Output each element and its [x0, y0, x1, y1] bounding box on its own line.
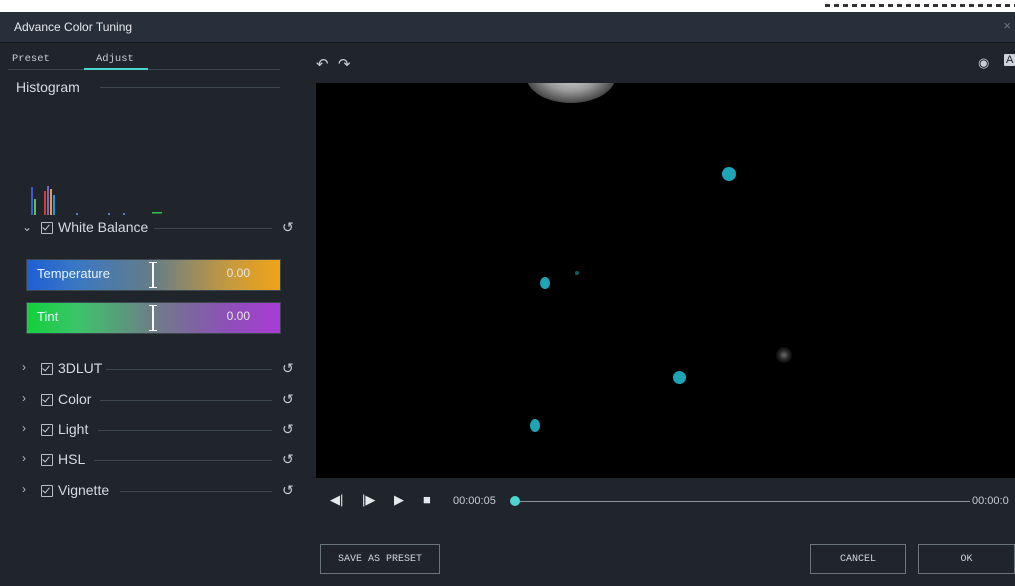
- preview-bokeh-dot: [575, 271, 579, 275]
- section-color[interactable]: › Color ↺: [20, 390, 300, 410]
- top-strip: [0, 0, 1015, 12]
- temperature-label: Temperature: [37, 266, 110, 281]
- chevron-right-icon[interactable]: ›: [22, 482, 26, 496]
- section-3dlut[interactable]: › 3DLUT ↺: [20, 359, 300, 379]
- top-strip-dots: [825, 4, 1015, 7]
- section-divider: [98, 430, 272, 431]
- section-divider: [120, 491, 272, 492]
- chevron-right-icon[interactable]: ›: [22, 451, 26, 465]
- tint-value: 0.00: [226, 309, 250, 323]
- chevron-down-icon[interactable]: ⌄: [22, 220, 32, 234]
- 3dlut-checkbox[interactable]: [41, 363, 53, 375]
- reset-icon[interactable]: ↺: [282, 482, 294, 499]
- adjust-panel: Preset Adjust Histogram ⌄ White Balance …: [0, 43, 316, 523]
- timeline-track[interactable]: [515, 501, 970, 502]
- histogram-bar-orange: [50, 189, 52, 215]
- title-bar: Advance Color Tuning ×: [0, 12, 1015, 43]
- ok-button[interactable]: OK: [918, 544, 1015, 574]
- playback-controls: ◀| |▶ ▶ ■ 00:00:05 00:00:0: [316, 478, 1015, 523]
- viewer-toolbar: ↶ ↷ ◉ A: [316, 43, 1015, 83]
- tint-label: Tint: [37, 309, 59, 324]
- play-icon[interactable]: ▶: [394, 492, 404, 508]
- next-frame-icon[interactable]: |▶: [362, 492, 375, 508]
- cancel-button[interactable]: CANCEL: [810, 544, 906, 574]
- tab-bar: Preset Adjust: [8, 53, 280, 70]
- redo-icon[interactable]: ↷: [338, 55, 351, 73]
- histogram-chart: [31, 186, 162, 215]
- white-balance-checkbox[interactable]: [41, 222, 53, 234]
- vignette-checkbox[interactable]: [41, 485, 53, 497]
- preview-bokeh-dot: [722, 167, 736, 181]
- histogram-title: Histogram: [16, 79, 80, 95]
- tint-handle[interactable]: [149, 305, 157, 331]
- section-label-light: Light: [58, 421, 89, 437]
- color-checkbox[interactable]: [41, 394, 53, 406]
- histogram-green-line: [152, 212, 162, 214]
- histogram-bar-purple: [47, 186, 49, 215]
- light-checkbox[interactable]: [41, 424, 53, 436]
- chevron-right-icon[interactable]: ›: [22, 360, 26, 374]
- preview-bokeh-dot: [673, 371, 686, 384]
- undo-icon[interactable]: ↶: [316, 55, 329, 73]
- eye-icon[interactable]: ◉: [978, 55, 989, 71]
- histogram-dot: [76, 213, 78, 215]
- preview-glow: [776, 347, 792, 363]
- current-time: 00:00:05: [453, 495, 496, 507]
- window-title: Advance Color Tuning: [14, 20, 133, 34]
- preview-light-blob: [526, 83, 616, 103]
- white-balance-divider: [154, 228, 272, 229]
- temperature-handle[interactable]: [149, 262, 157, 288]
- section-label-color: Color: [58, 391, 92, 407]
- compare-icon[interactable]: A: [1004, 54, 1015, 66]
- histogram-bar-green: [34, 199, 36, 215]
- tint-slider[interactable]: Tint 0.00: [26, 302, 281, 334]
- histogram-bar-red: [44, 191, 46, 215]
- section-divider: [100, 400, 272, 401]
- section-label-3dlut: 3DLUT: [58, 360, 103, 376]
- timeline-knob[interactable]: [510, 496, 520, 506]
- section-label-hsl: HSL: [58, 451, 86, 467]
- section-light[interactable]: › Light ↺: [20, 420, 300, 440]
- section-divider: [106, 369, 272, 370]
- histogram-bar-lightblue: [53, 195, 55, 215]
- reset-icon[interactable]: ↺: [282, 391, 294, 408]
- reset-icon[interactable]: ↺: [282, 219, 294, 236]
- end-time: 00:00:0: [972, 495, 1009, 507]
- reset-icon[interactable]: ↺: [282, 421, 294, 438]
- histogram-dot: [108, 213, 110, 215]
- white-balance-row: ⌄ White Balance ↺: [20, 218, 300, 238]
- section-divider: [94, 460, 272, 461]
- previous-frame-icon[interactable]: ◀|: [330, 492, 343, 508]
- histogram-bar-blue: [31, 187, 33, 215]
- section-hsl[interactable]: › HSL ↺: [20, 450, 300, 470]
- footer-bar: SAVE AS PRESET CANCEL OK: [0, 523, 1015, 586]
- video-preview: [316, 83, 1015, 478]
- hsl-checkbox[interactable]: [41, 454, 53, 466]
- tab-preset[interactable]: Preset: [12, 53, 50, 65]
- section-vignette[interactable]: › Vignette ↺: [20, 481, 300, 501]
- tab-adjust[interactable]: Adjust: [96, 53, 134, 65]
- white-balance-label: White Balance: [58, 219, 149, 235]
- close-icon[interactable]: ×: [1003, 18, 1011, 33]
- save-as-preset-button[interactable]: SAVE AS PRESET: [320, 544, 440, 574]
- active-tab-indicator: [84, 68, 148, 70]
- preview-bokeh-dot: [540, 277, 550, 289]
- temperature-value: 0.00: [226, 266, 250, 280]
- stop-icon[interactable]: ■: [423, 492, 431, 507]
- histogram-dot: [123, 213, 125, 215]
- chevron-right-icon[interactable]: ›: [22, 421, 26, 435]
- reset-icon[interactable]: ↺: [282, 451, 294, 468]
- preview-bokeh-dot: [530, 419, 540, 432]
- temperature-slider[interactable]: Temperature 0.00: [26, 259, 281, 291]
- histogram-divider: [100, 87, 280, 88]
- section-label-vignette: Vignette: [58, 482, 110, 498]
- chevron-right-icon[interactable]: ›: [22, 391, 26, 405]
- reset-icon[interactable]: ↺: [282, 360, 294, 377]
